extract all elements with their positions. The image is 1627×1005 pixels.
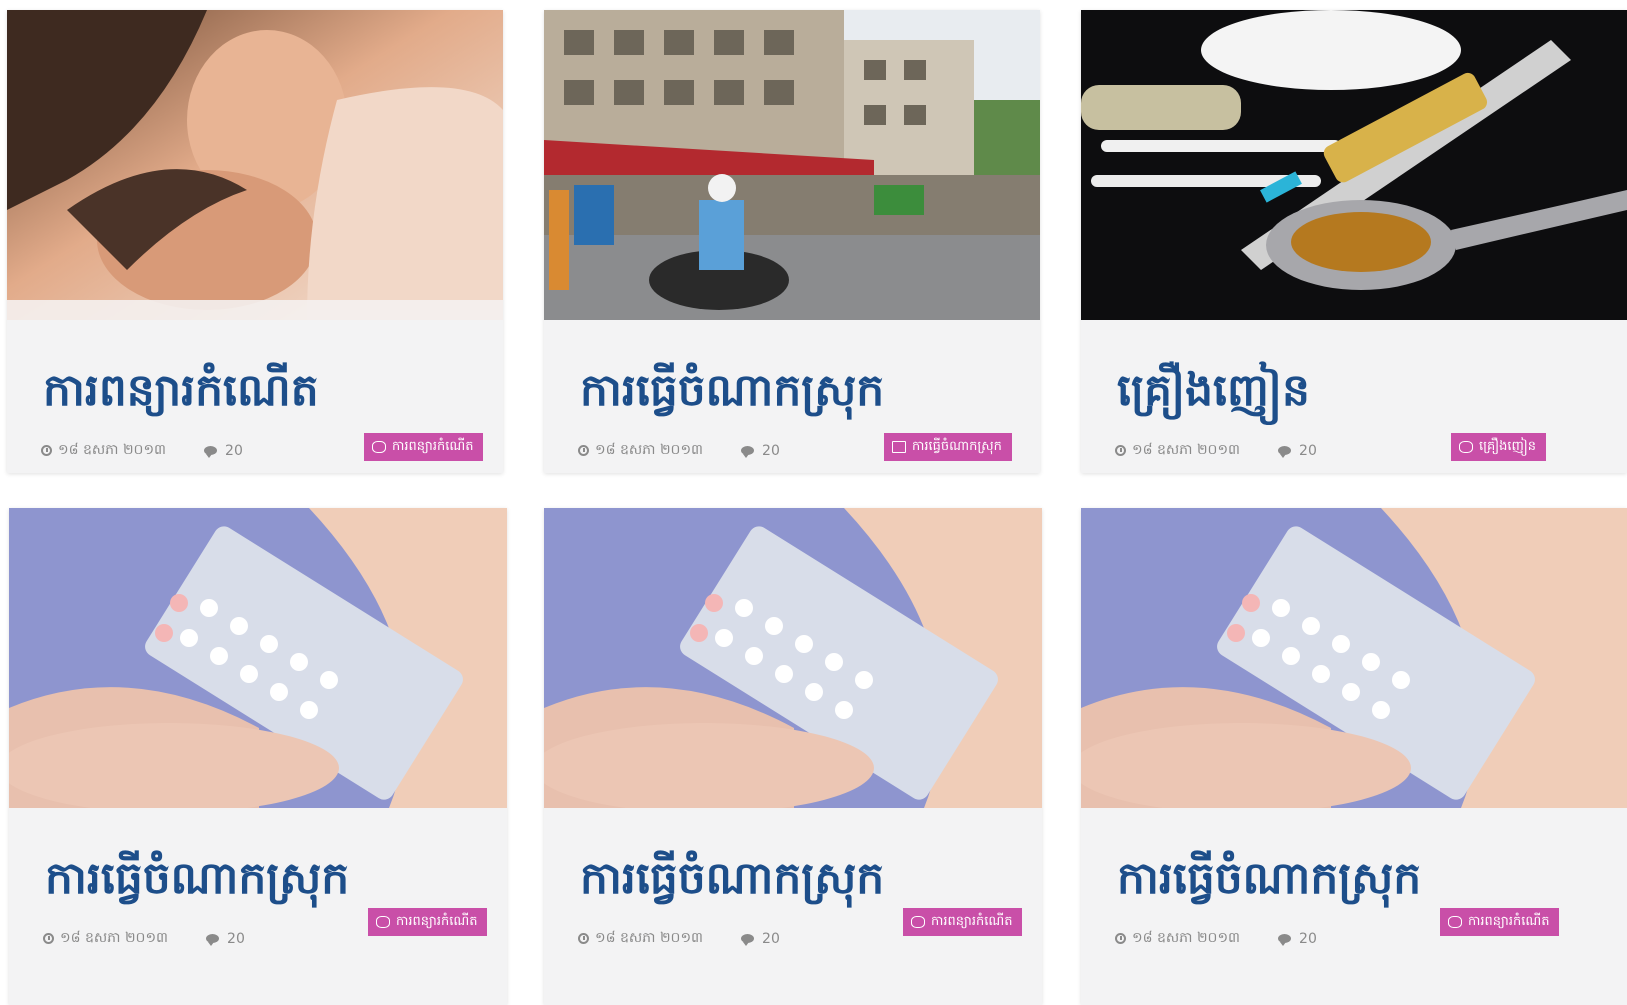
- post-title[interactable]: ការធ្វើចំណាកស្រុក: [1117, 853, 1421, 906]
- post-meta: ១៨ ឧសភា ២០១៣ 20: [1115, 440, 1317, 461]
- category-label: គ្រឿងញៀន: [1479, 438, 1537, 454]
- post-thumbnail[interactable]: [544, 508, 1042, 808]
- post-title[interactable]: គ្រឿងញៀន: [1117, 365, 1310, 418]
- post-card[interactable]: ការធ្វើចំណាកស្រុក ១៨ ឧសភា ២០១៣ 20 ការពន្…: [1081, 508, 1627, 1005]
- category-label: ការពន្យារកំណើត: [396, 913, 478, 929]
- category-label: ការពន្យារកំណើត: [931, 913, 1013, 929]
- category-badge[interactable]: ការពន្យារកំណើត: [368, 908, 488, 936]
- post-title[interactable]: ការធ្វើចំណាកស្រុក: [45, 853, 349, 906]
- post-thumbnail[interactable]: [1081, 10, 1627, 320]
- post-title[interactable]: ការពន្យារកំណើត: [43, 365, 319, 418]
- post-meta: ១៨ ឧសភា ២០១៣ 20: [41, 440, 243, 461]
- syringe-icon: [1459, 441, 1473, 453]
- post-card[interactable]: ការធ្វើចំណាកស្រុក ១៨ ឧសភា ២០១៣ 20 ការពន្…: [9, 508, 507, 1005]
- category-badge[interactable]: ការធ្វើចំណាកស្រុក: [884, 433, 1012, 461]
- comment-icon: [1278, 934, 1292, 946]
- post-date: ១៨ ឧសភា ២០១៣: [595, 930, 704, 946]
- category-label: ការធ្វើចំណាកស្រុក: [912, 438, 1002, 454]
- post-card[interactable]: ការធ្វើចំណាកស្រុក ១៨ ឧសភា ២០១៣ 20 ការពន្…: [544, 508, 1042, 1005]
- clock-icon: [41, 445, 52, 456]
- book-icon: [892, 441, 906, 453]
- category-badge[interactable]: ការពន្យារកំណើត: [1440, 908, 1560, 936]
- circle-flower-icon: [1448, 916, 1462, 928]
- comment-icon: [741, 934, 755, 946]
- comment-count[interactable]: 20: [1299, 443, 1317, 459]
- clock-icon: [578, 933, 589, 944]
- category-label: ការពន្យារកំណើត: [1468, 913, 1550, 929]
- comment-count[interactable]: 20: [227, 931, 245, 947]
- post-card[interactable]: ការធ្វើចំណាកស្រុក ១៨ ឧសភា ២០១៣ 20 ការធ្វ…: [544, 10, 1040, 473]
- post-date: ១៨ ឧសភា ២០១៣: [595, 442, 704, 458]
- post-date: ១៨ ឧសភា ២០១៣: [60, 930, 169, 946]
- comment-count[interactable]: 20: [762, 443, 780, 459]
- category-label: ការពន្យារកំណើត: [392, 438, 474, 454]
- clock-icon: [578, 445, 589, 456]
- circle-flower-icon: [376, 916, 390, 928]
- post-meta: ១៨ ឧសភា ២០១៣ 20: [578, 440, 780, 461]
- post-title[interactable]: ការធ្វើចំណាកស្រុក: [580, 853, 884, 906]
- post-card[interactable]: គ្រឿងញៀន ១៨ ឧសភា ២០១៣ 20 គ្រឿងញៀន: [1081, 10, 1627, 473]
- post-date: ១៨ ឧសភា ២០១៣: [1132, 930, 1241, 946]
- category-badge[interactable]: ការពន្យារកំណើត: [903, 908, 1023, 936]
- comment-count[interactable]: 20: [1299, 931, 1317, 947]
- comment-icon: [206, 934, 220, 946]
- post-date: ១៨ ឧសភា ២០១៣: [1132, 442, 1241, 458]
- comment-icon: [1278, 446, 1292, 458]
- post-title[interactable]: ការធ្វើចំណាកស្រុក: [580, 365, 884, 418]
- category-badge[interactable]: ការពន្យារកំណើត: [364, 433, 484, 461]
- category-badge[interactable]: គ្រឿងញៀន: [1451, 433, 1547, 461]
- post-thumbnail[interactable]: [9, 508, 507, 808]
- circle-flower-icon: [911, 916, 925, 928]
- post-meta: ១៨ ឧសភា ២០១៣ 20: [1115, 928, 1317, 949]
- clock-icon: [43, 933, 54, 944]
- comment-count[interactable]: 20: [225, 443, 243, 459]
- post-meta: ១៨ ឧសភា ២០១៣ 20: [578, 928, 780, 949]
- post-thumbnail[interactable]: [544, 10, 1040, 320]
- post-meta: ១៨ ឧសភា ២០១៣ 20: [43, 928, 245, 949]
- post-thumbnail[interactable]: [7, 10, 503, 320]
- clock-icon: [1115, 933, 1126, 944]
- post-date: ១៨ ឧសភា ២០១៣: [58, 442, 167, 458]
- comment-count[interactable]: 20: [762, 931, 780, 947]
- clock-icon: [1115, 445, 1126, 456]
- comment-icon: [741, 446, 755, 458]
- comment-icon: [204, 446, 218, 458]
- post-card[interactable]: ការពន្យារកំណើត ១៨ ឧសភា ២០១៣ 20 ការពន្យារ…: [7, 10, 503, 473]
- circle-flower-icon: [372, 441, 386, 453]
- post-thumbnail[interactable]: [1081, 508, 1627, 808]
